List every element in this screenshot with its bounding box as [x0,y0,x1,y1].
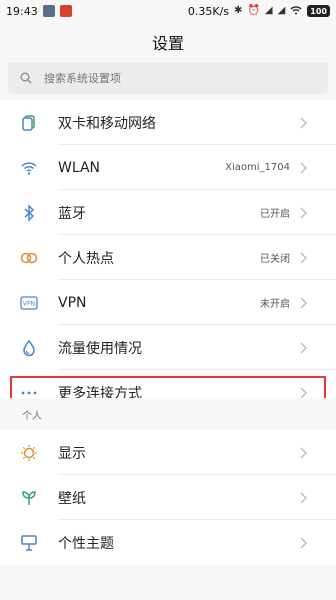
more-connections-icon [0,390,58,396]
wifi-status-icon [290,5,302,18]
signal-icon: ◢ [264,5,273,16]
personal-settings-list: 显示 壁纸 个性主题 [0,430,336,565]
vpn-icon: VPN [0,295,58,310]
notification-app-icon [59,5,72,17]
bluetooth-icon [0,203,58,222]
setting-row-bluetooth[interactable]: 蓝牙 已开启 [0,190,336,235]
header: 设置 [0,22,336,62]
setting-row-wlan[interactable]: WLAN Xiaomi_1704 [0,145,336,190]
bluetooth-status-icon: ✱ [234,5,243,16]
clock: 19:43 [6,4,38,18]
setting-status: Xiaomi_1704 [225,162,290,173]
network-speed: 0.35K/s [187,4,230,18]
status-left: 19:43 [6,5,72,18]
wallpaper-icon [0,489,58,507]
setting-row-theme[interactable]: 个性主题 [0,520,336,565]
setting-row-sim[interactable]: 双卡和移动网络 [0,100,336,145]
setting-label: 壁纸 [58,490,86,507]
chevron-right-icon [300,492,324,504]
network-settings-list: 双卡和移动网络 WLAN Xiaomi_1704 蓝牙 已开启 个人热点 已关闭… [0,100,336,415]
chevron-right-icon [300,387,324,399]
setting-status: 已关闭 [260,254,290,265]
wifi-icon [0,160,58,176]
setting-label: WLAN [58,159,101,176]
chevron-right-icon [300,207,324,219]
setting-label: 个人热点 [58,250,114,267]
chevron-right-icon [300,537,324,549]
page-title: 设置 [151,34,184,53]
alarm-icon: ⏰ [247,5,260,16]
chevron-right-icon [300,117,324,129]
display-icon [0,444,58,462]
svg-text:VPN: VPN [23,300,35,307]
setting-row-vpn[interactable]: VPN VPN 未开启 [0,280,336,325]
search-icon [20,69,32,88]
status-right: 0.35K/s ✱ ⏰ ◢ ◢ 100 [188,5,330,18]
setting-label: VPN [58,294,87,311]
battery-indicator: 100 [307,5,330,17]
search-bar[interactable] [8,62,328,94]
chevron-right-icon [300,252,324,264]
chevron-right-icon [300,342,324,354]
setting-label: 流量使用情况 [58,340,142,357]
setting-row-hotspot[interactable]: 个人热点 已关闭 [0,235,336,280]
setting-label: 个性主题 [58,535,114,552]
notification-app-icon [42,5,55,17]
setting-label: 蓝牙 [58,205,86,222]
hotspot-icon [0,251,58,265]
search-input[interactable] [42,70,306,86]
theme-icon [0,534,58,552]
setting-label: 显示 [58,445,86,462]
signal-icon: ◢ [277,5,286,16]
setting-row-data-usage[interactable]: 流量使用情况 [0,325,336,370]
chevron-right-icon [300,447,324,459]
data-usage-icon [0,339,58,357]
setting-label: 双卡和移动网络 [58,115,156,132]
chevron-right-icon [300,297,324,309]
setting-row-wallpaper[interactable]: 壁纸 [0,475,336,520]
chevron-right-icon [300,162,324,174]
setting-status: 已开启 [260,209,290,220]
setting-status: 未开启 [260,299,290,310]
section-header-personal: 个人 [0,398,336,430]
setting-row-display[interactable]: 显示 [0,430,336,475]
sim-card-icon [0,114,58,132]
status-bar: 19:43 0.35K/s ✱ ⏰ ◢ ◢ 100 [0,0,336,22]
